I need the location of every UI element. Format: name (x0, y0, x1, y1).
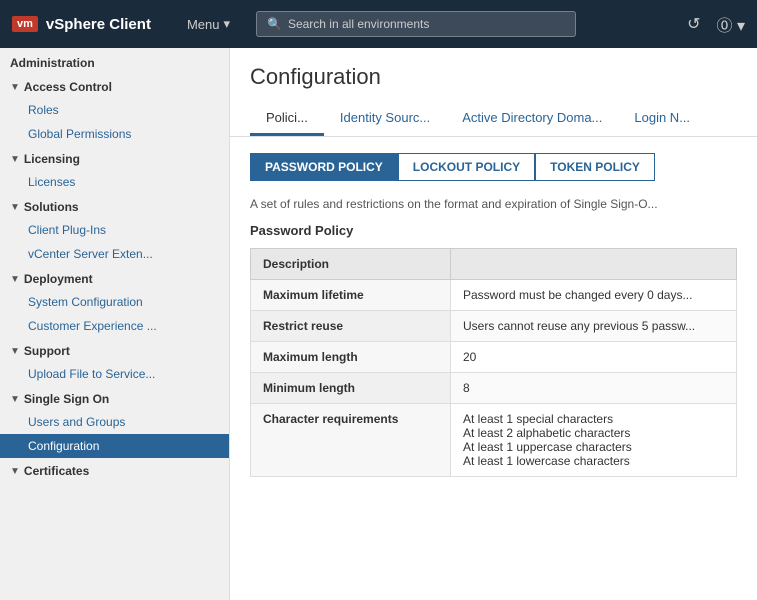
table-cell-restrict-reuse-label: Restrict reuse (251, 311, 451, 342)
sidebar-section-deployment[interactable]: ▼ Deployment (0, 266, 229, 290)
menu-button[interactable]: Menu ▾ (187, 16, 230, 32)
table-cell-restrict-reuse-value: Users cannot reuse any previous 5 passw.… (451, 311, 737, 342)
help-chevron-icon: ▾ (737, 18, 745, 35)
char-req-line-2: At least 2 alphabetic characters (463, 426, 724, 440)
page-title: Configuration (250, 64, 737, 90)
sidebar-item-vcenter-server[interactable]: vCenter Server Exten... (0, 242, 229, 266)
tab-bar: Polici... Identity Sourc... Active Direc… (250, 102, 737, 136)
content-header: Configuration Polici... Identity Sourc..… (230, 48, 757, 137)
sidebar-item-roles[interactable]: Roles (0, 98, 229, 122)
table-header-value (451, 249, 737, 280)
sidebar-item-system-configuration[interactable]: System Configuration (0, 290, 229, 314)
table-cell-min-length-value: 8 (451, 373, 737, 404)
licensing-label: Licensing (24, 152, 80, 166)
table-cell-min-length-label: Minimum length (251, 373, 451, 404)
support-label: Support (24, 344, 70, 358)
top-navigation: vm vSphere Client Menu ▾ 🔍 Search in all… (0, 0, 757, 48)
table-cell-max-length-value: 20 (451, 342, 737, 373)
refresh-icon[interactable]: ↺ (687, 14, 700, 34)
sidebar-item-users-groups[interactable]: Users and Groups (0, 410, 229, 434)
help-circle-icon: ⓪ (717, 18, 733, 35)
table-cell-max-length-label: Maximum length (251, 342, 451, 373)
vm-badge: vm (12, 16, 38, 32)
char-req-line-1: At least 1 special characters (463, 412, 724, 426)
access-control-label: Access Control (24, 80, 112, 94)
char-req-line-4: At least 1 lowercase characters (463, 454, 724, 468)
app-logo: vm vSphere Client (12, 16, 151, 33)
sso-label: Single Sign On (24, 392, 109, 406)
token-policy-button[interactable]: TOKEN POLICY (535, 153, 655, 181)
table-header-description: Description (251, 249, 451, 280)
sidebar-item-upload-file[interactable]: Upload File to Service... (0, 362, 229, 386)
licensing-arrow-icon: ▼ (10, 154, 20, 165)
main-layout: Administration ▼ Access Control Roles Gl… (0, 48, 757, 600)
certificates-label: Certificates (24, 464, 89, 478)
char-req-line-3: At least 1 uppercase characters (463, 440, 724, 454)
lockout-policy-button[interactable]: LOCKOUT POLICY (398, 153, 535, 181)
table-cell-char-requirements-label: Character requirements (251, 404, 451, 477)
sidebar-item-global-permissions[interactable]: Global Permissions (0, 122, 229, 146)
help-icon[interactable]: ⓪ ▾ (717, 12, 746, 36)
deployment-arrow-icon: ▼ (10, 274, 20, 285)
menu-chevron-icon: ▾ (223, 16, 230, 32)
table-row: Restrict reuse Users cannot reuse any pr… (251, 311, 737, 342)
deployment-label: Deployment (24, 272, 93, 286)
sidebar-section-support[interactable]: ▼ Support (0, 338, 229, 362)
policy-description: A set of rules and restrictions on the f… (250, 197, 737, 211)
password-policy-button[interactable]: PASSWORD POLICY (250, 153, 398, 181)
menu-label: Menu (187, 17, 220, 32)
tab-active-directory[interactable]: Active Directory Doma... (446, 102, 618, 136)
policy-table: Description Maximum lifetime Password mu… (250, 248, 737, 477)
table-row: Character requirements At least 1 specia… (251, 404, 737, 477)
sidebar-section-solutions[interactable]: ▼ Solutions (0, 194, 229, 218)
password-policy-section-title: Password Policy (250, 223, 737, 238)
table-row: Maximum lifetime Password must be change… (251, 280, 737, 311)
sso-arrow-icon: ▼ (10, 394, 20, 405)
table-row: Maximum length 20 (251, 342, 737, 373)
solutions-arrow-icon: ▼ (10, 202, 20, 213)
admin-section-title: Administration (0, 48, 229, 74)
search-icon: 🔍 (267, 17, 282, 31)
top-nav-actions: ↺ ⓪ ▾ (687, 12, 745, 36)
table-cell-maximum-lifetime-value: Password must be changed every 0 days... (451, 280, 737, 311)
tab-identity-sources[interactable]: Identity Sourc... (324, 102, 446, 136)
table-cell-char-requirements-value: At least 1 special characters At least 2… (451, 404, 737, 477)
content-body: PASSWORD POLICY LOCKOUT POLICY TOKEN POL… (230, 137, 757, 493)
app-name: vSphere Client (46, 16, 151, 33)
table-cell-maximum-lifetime-label: Maximum lifetime (251, 280, 451, 311)
access-control-arrow-icon: ▼ (10, 82, 20, 93)
tab-login[interactable]: Login N... (618, 102, 706, 136)
sidebar-item-client-plugins[interactable]: Client Plug-Ins (0, 218, 229, 242)
sidebar-section-licensing[interactable]: ▼ Licensing (0, 146, 229, 170)
certificates-arrow-icon: ▼ (10, 466, 20, 477)
sidebar-item-configuration[interactable]: Configuration (0, 434, 229, 458)
sidebar-section-access-control[interactable]: ▼ Access Control (0, 74, 229, 98)
support-arrow-icon: ▼ (10, 346, 20, 357)
solutions-label: Solutions (24, 200, 79, 214)
search-placeholder-text: Search in all environments (288, 17, 429, 31)
tab-policies[interactable]: Polici... (250, 102, 324, 136)
sidebar-section-certificates[interactable]: ▼ Certificates (0, 458, 229, 482)
search-bar[interactable]: 🔍 Search in all environments (256, 11, 576, 37)
content-area: Configuration Polici... Identity Sourc..… (230, 48, 757, 600)
sidebar-section-sso[interactable]: ▼ Single Sign On (0, 386, 229, 410)
policy-buttons: PASSWORD POLICY LOCKOUT POLICY TOKEN POL… (250, 153, 737, 181)
sidebar: Administration ▼ Access Control Roles Gl… (0, 48, 230, 600)
table-row: Minimum length 8 (251, 373, 737, 404)
sidebar-item-licenses[interactable]: Licenses (0, 170, 229, 194)
sidebar-item-customer-experience[interactable]: Customer Experience ... (0, 314, 229, 338)
